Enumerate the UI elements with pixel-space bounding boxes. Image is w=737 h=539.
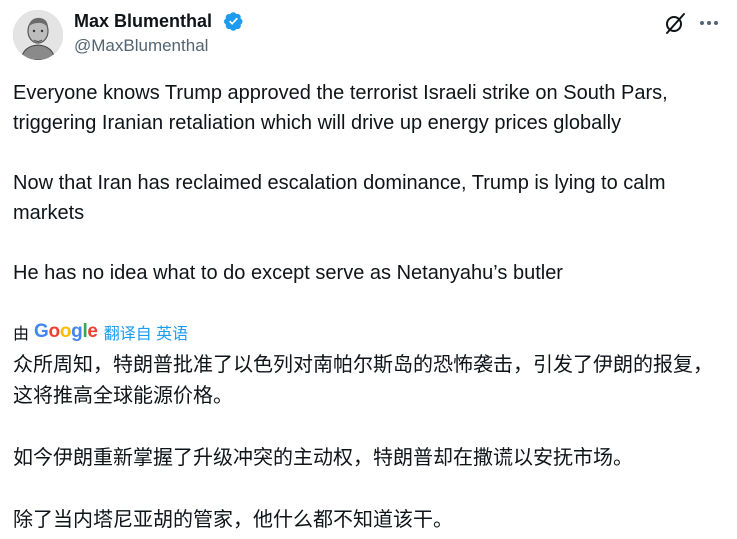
translated-paragraph: 众所周知，特朗普批准了以色列对南帕尔斯岛的恐怖袭击，引发了伊朗的报复，这将推高全… xyxy=(13,352,713,407)
translated-paragraph: 除了当内塔尼亚胡的管家，他什么都不知道该干。 xyxy=(13,507,453,531)
google-logo-letter: o xyxy=(59,321,72,342)
display-name[interactable]: Max Blumenthal xyxy=(74,10,212,32)
more-options-icon[interactable] xyxy=(697,11,721,35)
translated-paragraph: 如今伊朗重新掌握了升级冲突的主动权，特朗普却在撒谎以安抚市场。 xyxy=(13,445,633,469)
translated-by-label: 由 xyxy=(13,326,30,343)
google-logo-letter: o xyxy=(48,321,61,342)
verified-badge-icon[interactable] xyxy=(223,11,244,32)
translated-from-link[interactable]: 翻译自 英语 xyxy=(104,320,188,344)
tweet-paragraph: Everyone knows Trump approved the terror… xyxy=(13,82,668,134)
author-handle[interactable]: @MaxBlumenthal xyxy=(74,36,208,56)
google-logo-letter: e xyxy=(87,321,98,342)
tweet-paragraph: He has no idea what to do except serve a… xyxy=(13,262,563,284)
tweet-text: Everyone knows Trump approved the terror… xyxy=(13,78,723,288)
grok-icon[interactable] xyxy=(663,11,687,35)
tweet-paragraph: Now that Iran has reclaimed escalation d… xyxy=(13,172,666,224)
google-logo-letter: g xyxy=(71,321,83,342)
google-logo: Google xyxy=(34,321,98,343)
tweet: Max Blumenthal @MaxBlumenthal Everyone k… xyxy=(0,0,737,539)
avatar-portrait-icon xyxy=(13,10,63,60)
translated-text: 众所周知，特朗普批准了以色列对南帕尔斯岛的恐怖袭击，引发了伊朗的报复，这将推高全… xyxy=(13,349,725,535)
translation-attribution: 由 Google 翻译自 英语 xyxy=(13,320,188,344)
avatar[interactable] xyxy=(13,10,63,60)
google-logo-letter: G xyxy=(34,321,49,342)
